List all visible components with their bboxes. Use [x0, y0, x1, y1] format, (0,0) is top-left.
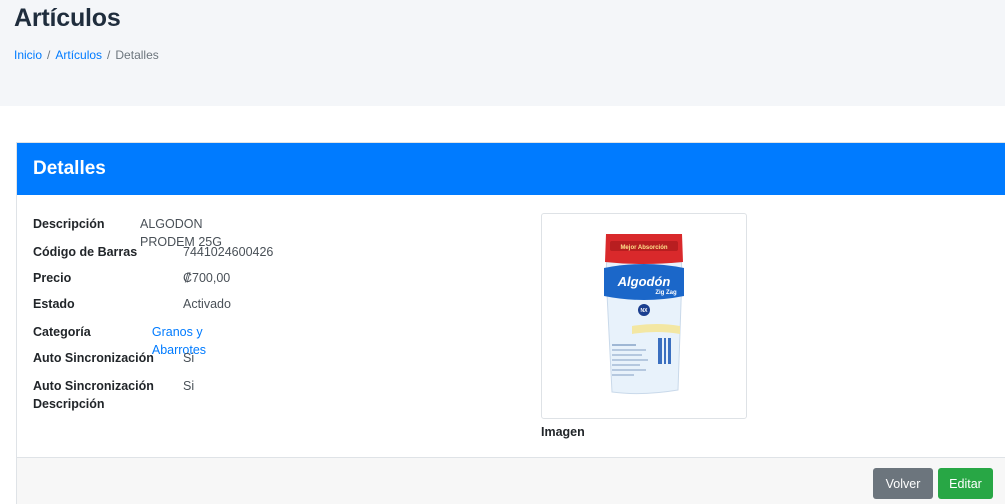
card-header: Detalles [17, 143, 1005, 195]
product-image-frame: Mejor Absorción Algodón Zig Zag NX [541, 213, 747, 419]
product-image: Mejor Absorción Algodón Zig Zag NX [604, 234, 684, 395]
detail-row-auto-sincronizacion-descripcion: Auto Sincronización Descripción Si [33, 377, 194, 413]
details-card: Detalles Descripción ALGODON PRODEM 25G … [16, 142, 1005, 504]
detail-row-auto-sincronizacion: Auto Sincronización Si [33, 349, 194, 367]
product-badge-text: NX [641, 308, 649, 314]
edit-button[interactable]: Editar [938, 468, 993, 499]
page-header: Artículos Inicio / Artículos / Detalles [0, 0, 1005, 106]
breadcrumb-current: Detalles [115, 48, 159, 62]
detail-value: 7441024600426 [183, 245, 274, 259]
detail-row-precio: Precio ₡700,00 [33, 269, 230, 287]
detail-row-estado: Estado Activado [33, 295, 231, 313]
detail-value: Si [183, 351, 195, 365]
breadcrumb-home-link[interactable]: Inicio [14, 48, 42, 62]
breadcrumb-separator: / [47, 48, 51, 62]
detail-label: Precio [33, 271, 72, 285]
card-title: Detalles [33, 158, 106, 179]
card-footer: Volver Editar [17, 457, 1005, 504]
breadcrumb-articulos-link[interactable]: Artículos [55, 48, 102, 62]
breadcrumb: Inicio / Artículos / Detalles [14, 48, 159, 62]
detail-label: Código de Barras [33, 245, 138, 259]
detail-value: Si [183, 379, 195, 393]
detail-label-line1: Auto Sincronización [33, 379, 154, 393]
product-brand-text: Algodón [617, 274, 671, 289]
detail-label: Auto Sincronización [33, 351, 154, 365]
breadcrumb-separator: / [107, 48, 111, 62]
detail-value: Activado [183, 297, 231, 311]
back-button[interactable]: Volver [873, 468, 933, 499]
detail-label: Estado [33, 297, 75, 311]
detail-value: ₡700,00 [183, 271, 231, 285]
detail-row-codigo-barras: Código de Barras 7441024600426 [33, 243, 273, 261]
product-subtitle-text: Zig Zag [655, 290, 677, 296]
detail-label-line2: Descripción [33, 397, 105, 411]
product-top-label: Mejor Absorción [620, 245, 667, 251]
page-title: Artículos [14, 4, 121, 32]
detail-label: Auto Sincronización Descripción [33, 377, 183, 413]
image-caption: Imagen [541, 425, 585, 439]
